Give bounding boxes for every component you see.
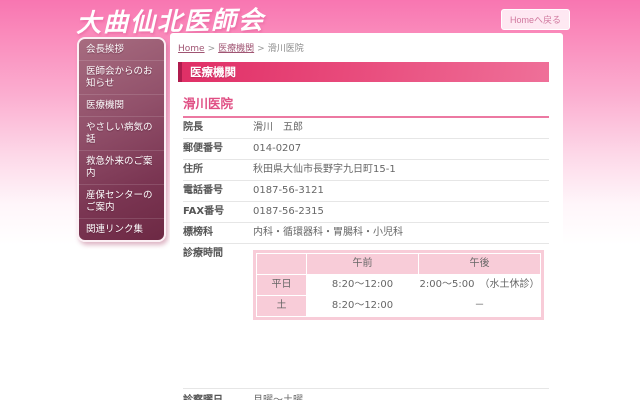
info-label: 診察曜日 (183, 395, 253, 400)
schedule-pm-value: － (419, 296, 541, 317)
info-label: 標榜科 (183, 227, 253, 239)
info-label: FAX番号 (183, 206, 253, 218)
schedule-pm-value: 2:00～5:00 （水土休診） (419, 275, 541, 296)
info-value: 滑川 五郎 (253, 122, 303, 134)
sidebar-nav: 会長挨拶 医師会からのお知らせ 医療機関 やさしい病気の話 救急外来のご案内 産… (77, 37, 166, 242)
schedule-header-pm: 午後 (419, 254, 541, 275)
breadcrumb-section-link[interactable]: 医療機関 (218, 44, 254, 54)
info-row-address: 住所 秋田県大仙市長野字九日町15-1 (183, 160, 549, 181)
schedule-header-am: 午前 (307, 254, 419, 275)
info-row-hours: 診療時間 午前 午後 平日 8:20～12:00 2:00～5:00 （水土休診… (183, 244, 549, 324)
schedule-am-value: 8:20～12:00 (307, 275, 419, 296)
breadcrumb: Home>医療機関>滑川医院 (178, 41, 549, 54)
schedule-day-label: 平日 (257, 275, 307, 296)
info-label: 電話番号 (183, 185, 253, 197)
schedule-header-row: 午前 午後 (257, 254, 541, 275)
main-content-panel: Home>医療機関>滑川医院 医療機関 滑川医院 院長 滑川 五郎 郵便番号 0… (170, 33, 563, 400)
sidebar-item-greeting[interactable]: 会長挨拶 (79, 39, 164, 61)
info-value: 内科・循環器科・胃腸科・小児科 (253, 227, 403, 239)
sidebar-item-emergency[interactable]: 救急外来のご案内 (79, 151, 164, 185)
info-row-postal-code: 郵便番号 014-0207 (183, 139, 549, 160)
info-row-phone: 電話番号 0187-56-3121 (183, 181, 549, 202)
info-value: 0187-56-3121 (253, 185, 324, 197)
sidebar-item-medical-institutions[interactable]: 医療機関 (79, 95, 164, 117)
schedule-day-label: 土 (257, 296, 307, 317)
info-value: 0187-56-2315 (253, 206, 324, 218)
info-value: 秋田県大仙市長野字九日町15-1 (253, 164, 396, 176)
info-value: 014-0207 (253, 143, 301, 155)
schedule-header-empty (257, 254, 307, 275)
sidebar-item-disease-talk[interactable]: やさしい病気の話 (79, 117, 164, 151)
breadcrumb-home-link[interactable]: Home (178, 44, 205, 54)
info-row-departments: 標榜科 内科・循環器科・胃腸科・小児科 (183, 223, 549, 244)
content-spacer (183, 324, 549, 388)
info-label: 診療時間 (183, 248, 253, 260)
info-row-fax: FAX番号 0187-56-2315 (183, 202, 549, 223)
schedule-row-saturday: 土 8:20～12:00 － (257, 296, 541, 317)
home-return-button[interactable]: Homeへ戻る (501, 9, 570, 30)
sidebar-item-news[interactable]: 医師会からのお知らせ (79, 61, 164, 95)
info-row-director: 院長 滑川 五郎 (183, 118, 549, 139)
page-background: 大曲仙北医師会 Homeへ戻る 会長挨拶 医師会からのお知らせ 医療機関 やさし… (0, 0, 640, 400)
info-value: 月曜～土曜 (253, 395, 303, 400)
schedule-row-weekday: 平日 8:20～12:00 2:00～5:00 （水土休診） (257, 275, 541, 296)
breadcrumb-separator: > (208, 44, 216, 54)
schedule-table-wrapper: 午前 午後 平日 8:20～12:00 2:00～5:00 （水土休診） 土 8… (253, 250, 544, 320)
sidebar-item-health-center[interactable]: 産保センターのご案内 (79, 185, 164, 219)
section-banner: 医療機関 (178, 62, 549, 82)
sidebar-item-links[interactable]: 関連リンク集 (79, 219, 164, 240)
info-label: 住所 (183, 164, 253, 176)
schedule-table: 午前 午後 平日 8:20～12:00 2:00～5:00 （水土休診） 土 8… (256, 253, 541, 317)
breadcrumb-separator: > (257, 44, 265, 54)
clinic-name-title: 滑川医院 (183, 93, 549, 118)
breadcrumb-current: 滑川医院 (268, 44, 304, 54)
info-row-consultation-days: 診察曜日 月曜～土曜 (183, 388, 549, 400)
schedule-am-value: 8:20～12:00 (307, 296, 419, 317)
info-label: 郵便番号 (183, 143, 253, 155)
info-label: 院長 (183, 122, 253, 134)
